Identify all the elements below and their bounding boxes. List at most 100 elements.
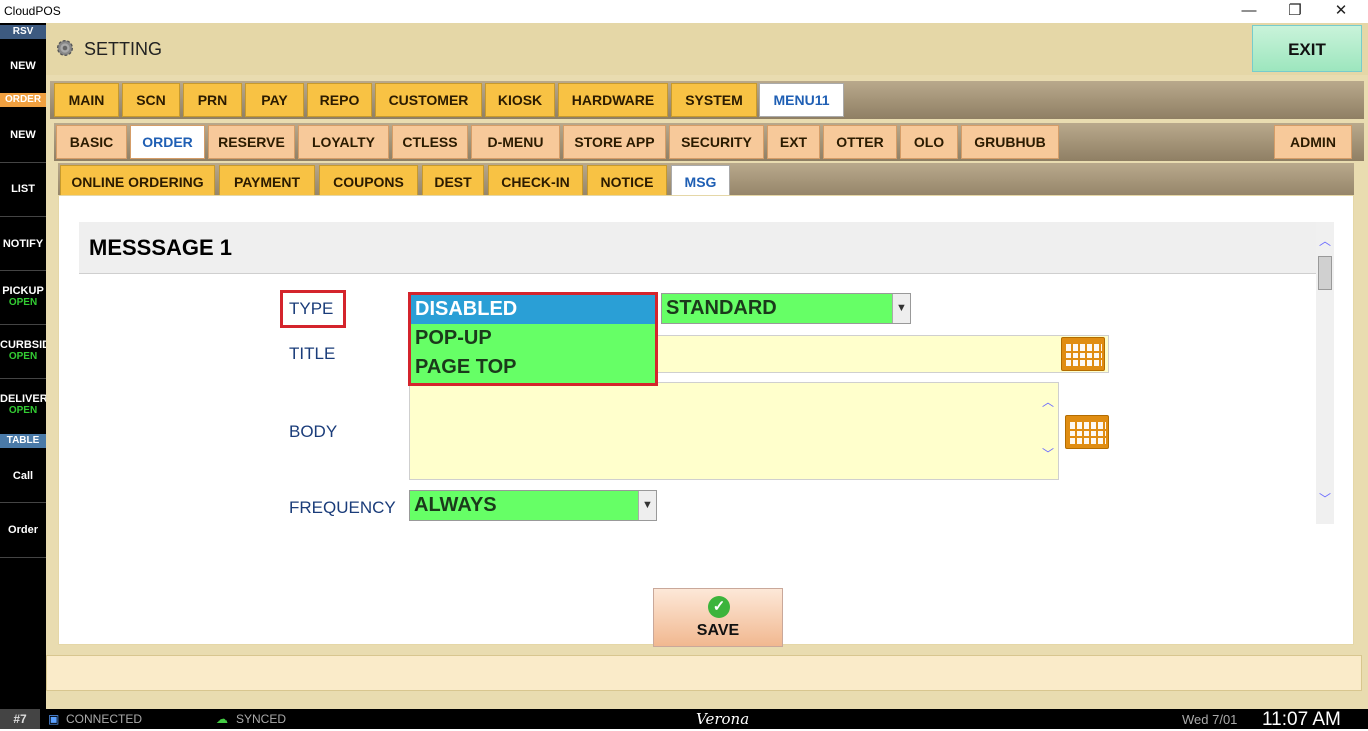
tab-check-in[interactable]: CHECK-IN (488, 165, 583, 199)
order-section-label: ORDER (0, 93, 46, 107)
main-tab-row: MAIN SCN PRN PAY REPO CUSTOMER KIOSK HAR… (50, 81, 1364, 119)
frequency-label: FREQUENCY (289, 498, 396, 517)
content-panel: MESSSAGE 1 ︿ ﹀ TYPE STANDARD ▼ TITLE BOD… (58, 195, 1354, 647)
header: SETTING EXIT (46, 23, 1368, 75)
minimize-button[interactable]: — (1226, 0, 1272, 23)
exit-button[interactable]: EXIT (1252, 25, 1362, 72)
section-title: MESSSAGE 1 (89, 235, 233, 260)
keyboard-icon-line (1066, 358, 1102, 360)
type-option-disabled[interactable]: DISABLED (411, 295, 655, 324)
type-dropdown-list[interactable]: DISABLED POP-UP PAGE TOP (408, 292, 658, 386)
store-name: Verona (696, 710, 750, 728)
chevron-down-icon: ▼ (638, 491, 656, 520)
footer-panel (46, 655, 1362, 691)
tab-pay[interactable]: PAY (245, 83, 304, 117)
tab-system[interactable]: SYSTEM (671, 83, 757, 117)
rsv-section-label: RSV (0, 25, 46, 39)
tab-customer[interactable]: CUSTOMER (375, 83, 482, 117)
keyboard-icon-line (1070, 429, 1106, 431)
tab-dest[interactable]: DEST (422, 165, 484, 199)
pickup-status: OPEN (8, 297, 38, 308)
connection-status: CONNECTED (66, 712, 143, 726)
tab-hardware[interactable]: HARDWARE (558, 83, 668, 117)
divider (0, 378, 46, 379)
divider (0, 270, 46, 271)
title-keyboard-button[interactable] (1061, 337, 1105, 371)
tab-d-menu[interactable]: D-MENU (471, 125, 560, 159)
left-sidebar: RSV NEW ORDER NEW LIST NOTIFY PICKUP OPE… (0, 23, 46, 709)
divider (0, 162, 46, 163)
tab-prn[interactable]: PRN (183, 83, 242, 117)
frequency-select[interactable]: ALWAYS ▼ (409, 490, 657, 521)
tab-payment[interactable]: PAYMENT (219, 165, 315, 199)
delivery-status: OPEN (8, 405, 38, 416)
vertical-scrollbar[interactable]: ︿ ﹀ (1316, 222, 1334, 524)
curbside-button[interactable]: CURBSID OPEN (0, 339, 46, 362)
tab-olo[interactable]: OLO (900, 125, 958, 159)
restore-button[interactable]: ❐ (1272, 0, 1318, 23)
gear-icon (56, 39, 74, 57)
main-panel: SETTING EXIT MAIN SCN PRN PAY REPO CUSTO… (46, 23, 1368, 709)
order-new-button[interactable]: NEW (0, 129, 46, 141)
curbside-status: OPEN (8, 351, 38, 362)
style-select[interactable]: STANDARD ▼ (661, 293, 911, 324)
tab-otter[interactable]: OTTER (823, 125, 897, 159)
cloud-icon: ☁ (216, 712, 228, 726)
message-header: MESSSAGE 1 (79, 222, 1317, 274)
scroll-down-icon[interactable]: ﹀ (1319, 490, 1331, 507)
list-button[interactable]: LIST (0, 183, 46, 195)
delivery-button[interactable]: DELIVERY OPEN (0, 393, 46, 416)
delivery-label: DELIVERY (0, 393, 46, 405)
window-title: CloudPOS (4, 4, 61, 18)
tab-reserve[interactable]: RESERVE (208, 125, 295, 159)
keyboard-icon-line (1066, 351, 1102, 353)
tab-main[interactable]: MAIN (54, 83, 119, 117)
order-button[interactable]: Order (0, 524, 46, 536)
tab-online-ordering[interactable]: ONLINE ORDERING (60, 165, 215, 199)
tab-ext[interactable]: EXT (767, 125, 820, 159)
tab-order[interactable]: ORDER (130, 125, 205, 159)
notify-button[interactable]: NOTIFY (0, 238, 46, 250)
divider (0, 216, 46, 217)
close-button[interactable]: ✕ (1318, 0, 1364, 23)
tab-msg[interactable]: MSG (671, 165, 730, 199)
tab-store-app[interactable]: STORE APP (563, 125, 666, 159)
scroll-thumb[interactable] (1318, 256, 1332, 290)
body-textarea[interactable]: ︿ ﹀ (409, 382, 1059, 480)
textarea-down-icon[interactable]: ﹀ (1042, 445, 1054, 462)
status-bar: #7 ▣ CONNECTED ☁ SYNCED Verona Wed 7/01 … (0, 709, 1368, 730)
date-display: Wed 7/01 (1182, 712, 1238, 727)
divider (0, 324, 46, 325)
scroll-up-icon[interactable]: ︿ (1319, 232, 1331, 249)
page-title: SETTING (84, 39, 163, 59)
curbside-label: CURBSID (0, 339, 46, 351)
window-titlebar: CloudPOS — ❐ ✕ (0, 0, 1368, 23)
tab-loyalty[interactable]: LOYALTY (298, 125, 389, 159)
tab-repo[interactable]: REPO (307, 83, 372, 117)
type-option-popup[interactable]: POP-UP (411, 324, 655, 353)
tab-menu11[interactable]: MENU11 (759, 83, 844, 117)
type-option-pagetop[interactable]: PAGE TOP (411, 353, 655, 382)
style-select-value: STANDARD (666, 297, 777, 319)
tab-basic[interactable]: BASIC (56, 125, 127, 159)
tab-kiosk[interactable]: KIOSK (485, 83, 555, 117)
body-keyboard-button[interactable] (1065, 415, 1109, 449)
sync-status: SYNCED (236, 712, 287, 726)
tab-grubhub[interactable]: GRUBHUB (961, 125, 1059, 159)
tab-notice[interactable]: NOTICE (587, 165, 667, 199)
textarea-up-icon[interactable]: ︿ (1042, 393, 1054, 410)
call-button[interactable]: Call (0, 470, 46, 482)
divider (0, 557, 46, 558)
tab-ctless[interactable]: CTLESS (392, 125, 468, 159)
tab-coupons[interactable]: COUPONS (319, 165, 418, 199)
keyboard-icon (1070, 422, 1106, 444)
rsv-new-button[interactable]: NEW (0, 60, 46, 72)
body-label: BODY (289, 422, 338, 441)
tab-admin[interactable]: ADMIN (1274, 125, 1352, 159)
keyboard-icon (1066, 344, 1102, 366)
tab-scn[interactable]: SCN (122, 83, 180, 117)
save-button[interactable]: ✓ SAVE (653, 588, 783, 647)
sub-tab-row: BASIC ORDER RESERVE LOYALTY CTLESS D-MEN… (54, 123, 1364, 161)
pickup-button[interactable]: PICKUP OPEN (0, 285, 46, 308)
tab-security[interactable]: SECURITY (669, 125, 764, 159)
